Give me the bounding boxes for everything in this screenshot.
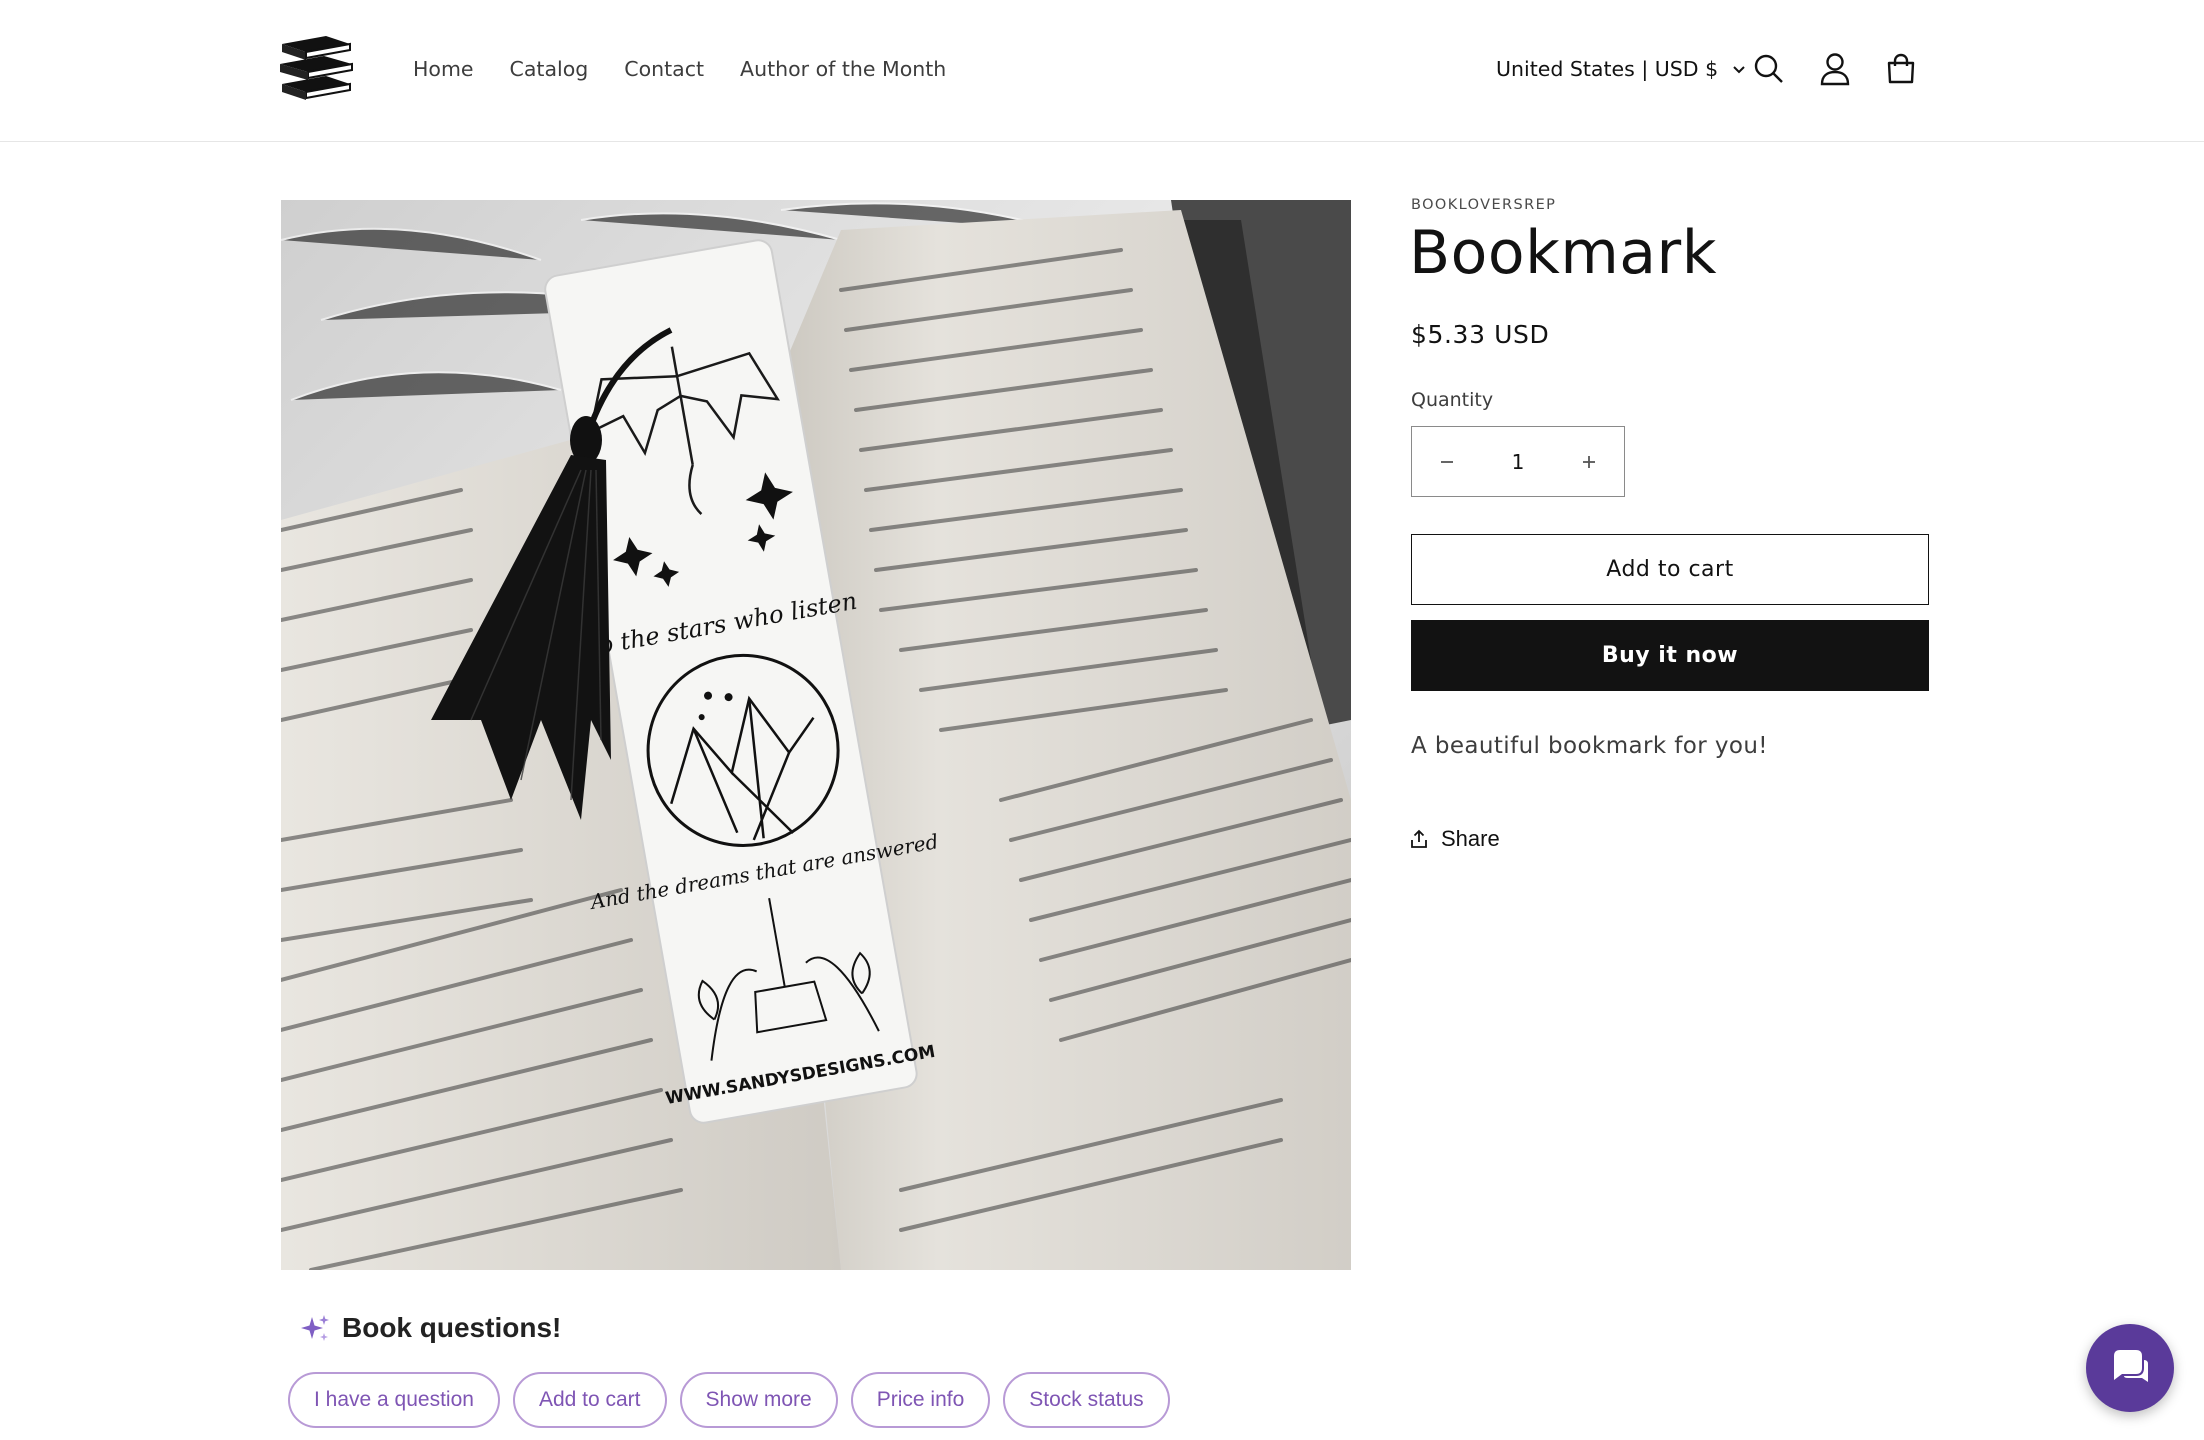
nav-author-of-the-month[interactable]: Author of the Month: [740, 50, 946, 88]
book-questions-title: Book questions!: [300, 1312, 561, 1344]
suggestion-chips: I have a question Add to cart Show more …: [288, 1372, 1183, 1428]
share-button[interactable]: Share: [1409, 826, 1500, 852]
quantity-decrease-button[interactable]: [1412, 427, 1482, 496]
search-icon[interactable]: [1750, 50, 1788, 88]
sparkle-icon: [301, 1315, 329, 1341]
account-icon[interactable]: [1816, 50, 1854, 88]
nav-home[interactable]: Home: [413, 50, 474, 88]
chip-i-have-a-question[interactable]: I have a question: [288, 1372, 500, 1428]
product-price: $5.33 USD: [1411, 320, 1550, 349]
chat-icon: [2114, 1350, 2148, 1382]
chip-price-info[interactable]: Price info: [850, 1372, 991, 1428]
buy-it-now-button[interactable]: Buy it now: [1411, 620, 1929, 691]
product-title: Bookmark: [1409, 218, 1717, 288]
chevron-down-icon: [1733, 66, 1745, 74]
site-header: Home Catalog Contact Author of the Month…: [0, 0, 2204, 142]
quantity-label: Quantity: [1411, 389, 1494, 411]
chat-launcher-button[interactable]: [2086, 1324, 2174, 1412]
nav-contact[interactable]: Contact: [624, 50, 704, 88]
book-questions-label: Book questions!: [342, 1312, 562, 1343]
quantity-input[interactable]: [1488, 449, 1548, 474]
share-icon: [1411, 829, 1427, 848]
main-nav: Home Catalog Contact Author of the Month: [413, 50, 982, 88]
minus-icon: [1441, 460, 1453, 463]
share-label: Share: [1441, 826, 1500, 851]
plus-icon: [1583, 455, 1595, 468]
chip-show-more[interactable]: Show more: [679, 1372, 838, 1428]
cart-icon[interactable]: [1882, 50, 1920, 88]
quantity-increase-button[interactable]: [1554, 427, 1624, 496]
country-currency-label: United States | USD $: [1496, 57, 1719, 81]
product-image[interactable]: To the stars who listen And the dreams t…: [281, 200, 1351, 1270]
chip-add-to-cart[interactable]: Add to cart: [512, 1372, 667, 1428]
country-currency-selector[interactable]: United States | USD $: [1496, 50, 1748, 88]
product-vendor[interactable]: BOOKLOVERSREP: [1411, 197, 1556, 213]
chip-stock-status[interactable]: Stock status: [1003, 1372, 1170, 1428]
product-description: A beautiful bookmark for you!: [1411, 733, 1768, 759]
add-to-cart-button[interactable]: Add to cart: [1411, 534, 1929, 605]
books-logo-icon[interactable]: [276, 34, 356, 102]
nav-catalog[interactable]: Catalog: [510, 50, 589, 88]
quantity-stepper: [1411, 426, 1625, 497]
